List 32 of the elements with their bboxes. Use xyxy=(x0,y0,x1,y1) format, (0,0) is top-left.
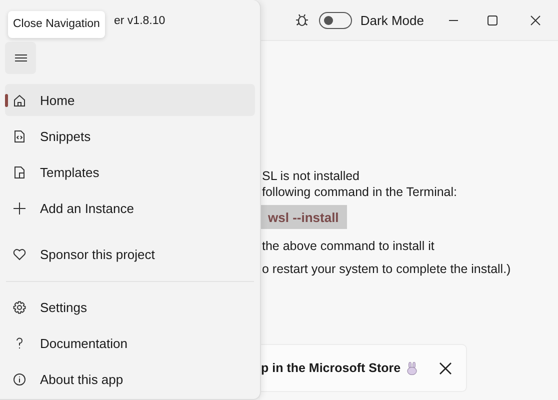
nav-item[interactable]: Templates xyxy=(5,156,255,188)
close-icon xyxy=(530,14,540,26)
dark-mode-toggle[interactable] xyxy=(319,12,352,28)
maximize-icon xyxy=(487,14,498,26)
nav-item[interactable]: Snippets xyxy=(5,120,255,152)
add-icon xyxy=(13,202,26,214)
command-button[interactable]: wsl --install xyxy=(260,205,347,229)
close-icon xyxy=(438,362,452,374)
nav-item[interactable]: Sponsor this project xyxy=(5,238,255,270)
menu-icon xyxy=(14,54,26,62)
info-icon xyxy=(13,372,26,386)
home-icon xyxy=(13,94,26,106)
bug-icon xyxy=(295,13,310,27)
message-text: following command in the Terminal: xyxy=(262,184,458,200)
rabbit-icon xyxy=(406,362,418,374)
nav-item[interactable]: Add an Instance xyxy=(5,192,255,224)
dark-mode-label: Dark Mode xyxy=(360,12,424,28)
template-icon xyxy=(13,166,26,178)
menu-button[interactable] xyxy=(5,42,36,74)
message-text: SL is not installed xyxy=(262,168,360,184)
settings-icon xyxy=(13,300,26,314)
nav-item[interactable]: Settings xyxy=(5,291,255,323)
heart-icon xyxy=(13,248,26,260)
window-title: er v1.8.10 xyxy=(114,15,166,27)
instruction-text: o restart your system to complete the install.) xyxy=(262,261,511,278)
instruction-text: the above command to install it xyxy=(262,238,434,255)
tooltip: Close Navigation xyxy=(8,11,105,38)
banner-text: p in the Microsoft Store xyxy=(261,361,401,375)
nav-item[interactable]: About this app xyxy=(5,363,255,395)
nav-item[interactable]: Home xyxy=(5,84,255,116)
nav-item[interactable]: Documentation xyxy=(5,327,255,359)
snippet-icon xyxy=(13,130,26,142)
